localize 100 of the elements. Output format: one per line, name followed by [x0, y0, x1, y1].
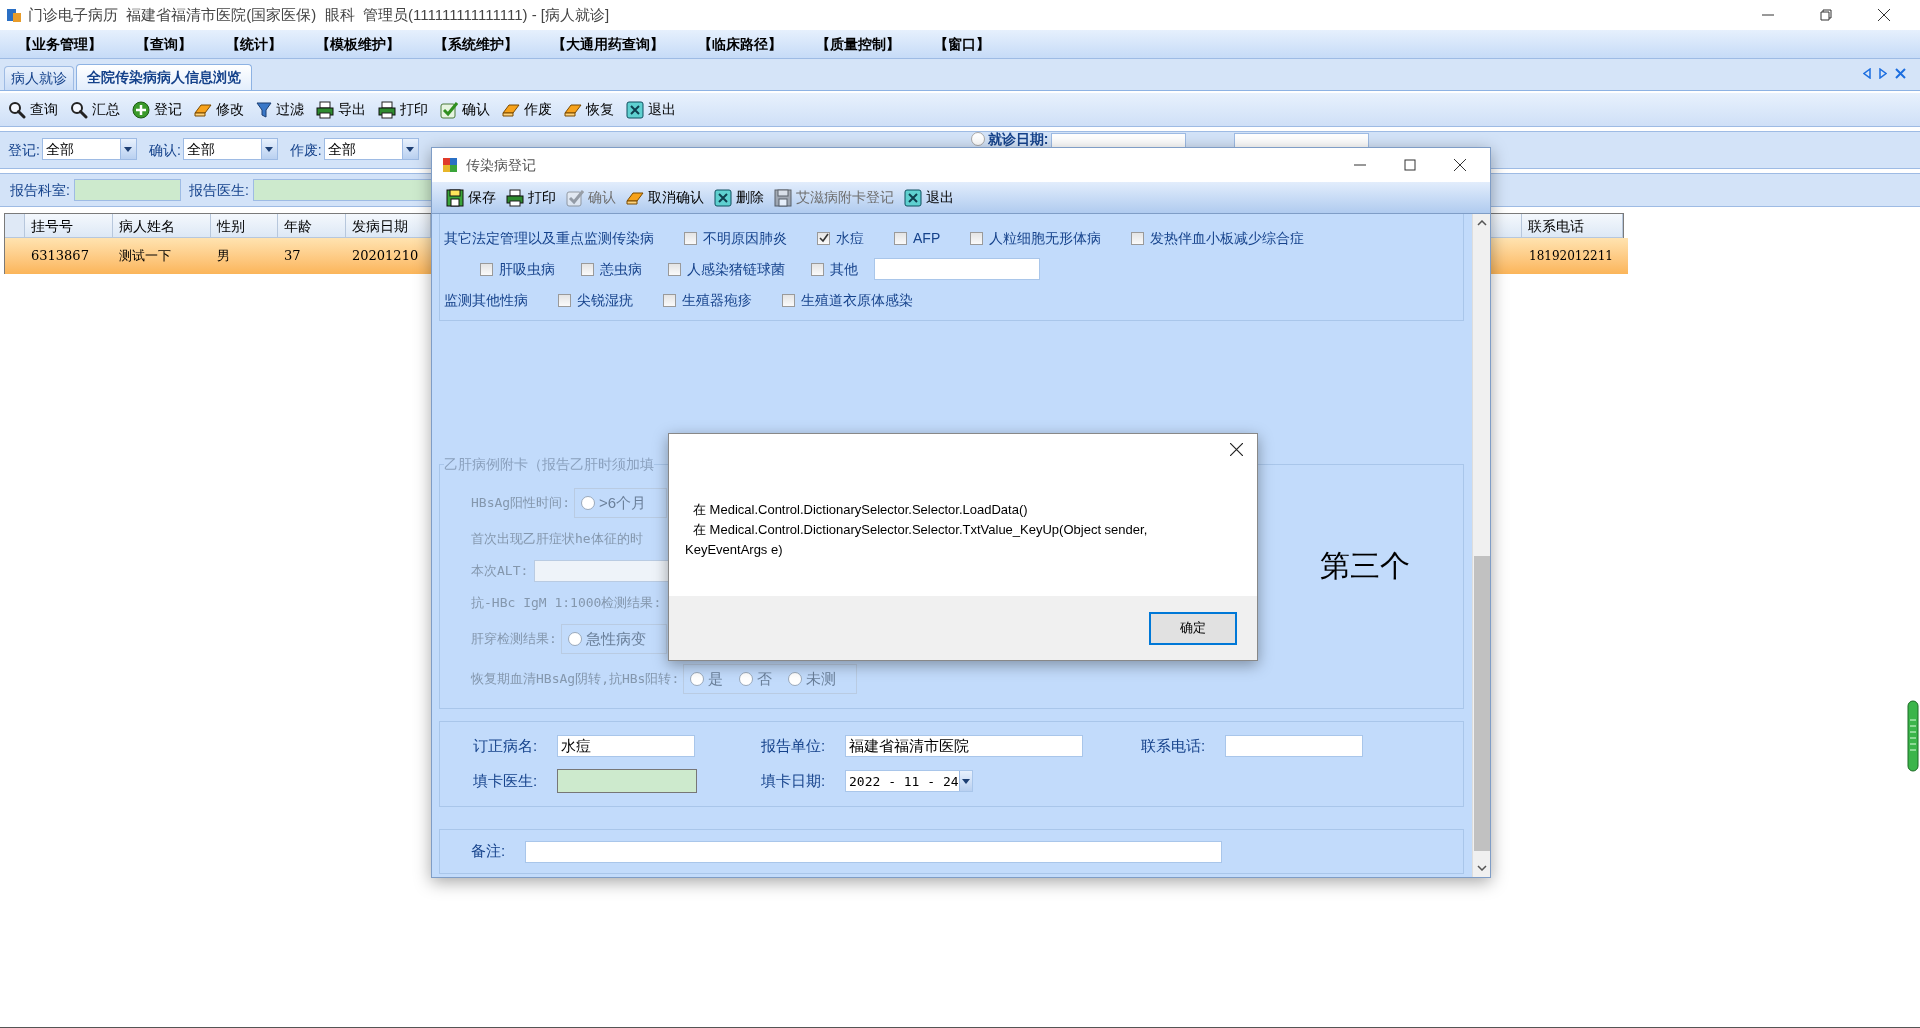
field-label: 订正病名:: [473, 735, 539, 756]
plus-circle-icon: [132, 100, 150, 119]
toolbar-button[interactable]: 登记: [132, 99, 182, 120]
table-cell-text: 测试一下: [118, 247, 172, 265]
scroll-right-icon[interactable]: [1879, 68, 1887, 79]
app-icon: [442, 157, 458, 173]
scroll-left-icon[interactable]: [1863, 68, 1871, 79]
checkbox[interactable]: 人粒细胞无形体病: [970, 227, 1102, 249]
field-label: 首次出现乙肝症状he体征的时: [471, 530, 643, 549]
dropdown[interactable]: 全部: [323, 138, 419, 160]
input-field[interactable]: [1225, 735, 1363, 757]
menu-item[interactable]: 【质量控制】: [816, 33, 900, 55]
close-icon[interactable]: [1454, 159, 1466, 171]
close-icon[interactable]: [1230, 443, 1243, 456]
checkbox[interactable]: 水痘: [817, 227, 864, 249]
toolbar-button[interactable]: 打印: [506, 187, 556, 208]
eraser-icon: [626, 189, 644, 206]
printer-icon: [506, 188, 524, 207]
menu-item[interactable]: 【统计】: [226, 33, 282, 55]
floppy-icon: [774, 188, 792, 207]
eraser-icon: [564, 101, 582, 118]
column-header[interactable]: 性别: [210, 214, 278, 237]
dropdown[interactable]: 全部: [182, 138, 278, 160]
checkbox[interactable]: 生殖器疱疹: [663, 289, 752, 311]
dropdown[interactable]: 全部: [41, 138, 137, 160]
scrollbar[interactable]: [1472, 214, 1490, 877]
overlay-text: 第三个: [1320, 548, 1410, 584]
tab[interactable]: 全院传染病病人信息浏览: [76, 64, 252, 90]
menu-item[interactable]: 【查询】: [136, 33, 192, 55]
toolbar-button[interactable]: 取消确认: [626, 187, 704, 208]
column-header[interactable]: 发病日期: [345, 214, 431, 237]
error-message: 在 Medical.Control.DictionarySelector.Selector.TxtValue_KeyUp(Object sender, KeyEventArgs e): [685, 521, 1149, 559]
checkmark-icon: [818, 233, 829, 243]
menu-item[interactable]: 【临床路径】: [698, 33, 782, 55]
table-cell-text: 6313867: [30, 247, 90, 265]
column-header[interactable]: 挂号号: [25, 214, 113, 237]
checkbox[interactable]: 肝吸虫病: [480, 258, 555, 280]
caret-icon: [265, 146, 274, 152]
tab[interactable]: 病人就诊: [4, 66, 74, 90]
search-icon: [70, 100, 88, 119]
toolbar-button[interactable]: 退出: [904, 187, 954, 208]
table-cell-text: 20201210: [351, 247, 420, 265]
app-icon: [6, 7, 22, 23]
menu-item[interactable]: 【窗口】: [934, 33, 990, 55]
checkbox[interactable]: 生殖道衣原体感染: [782, 289, 913, 311]
table-cell-text: 男: [216, 247, 231, 265]
input-field[interactable]: [557, 769, 697, 794]
ok-button[interactable]: 确定: [1149, 611, 1237, 645]
field-label: 联系电话:: [1141, 735, 1207, 756]
grip-icon[interactable]: [1907, 700, 1919, 772]
toolbar-button[interactable]: 查询: [8, 99, 58, 120]
column-header[interactable]: 年龄: [277, 214, 346, 237]
eraser-icon: [502, 101, 520, 118]
date-picker[interactable]: 2022 - 11 - 24: [845, 770, 973, 793]
checkbox[interactable]: 人感染猪链球菌: [668, 258, 785, 280]
checkbox[interactable]: 其他: [811, 258, 858, 280]
filter-label: 报告医生:: [188, 180, 249, 200]
toolbar-button[interactable]: 恢复: [564, 99, 614, 120]
group-label: 其它法定管理以及重点监测传染病: [444, 228, 654, 248]
column-header[interactable]: 病人姓名: [112, 214, 211, 237]
field-label: 肝穿检测结果:: [471, 630, 557, 649]
toolbar-button[interactable]: 确认: [440, 99, 490, 120]
checkbox[interactable]: 尖锐湿疣: [558, 289, 633, 311]
menu-item[interactable]: 【系统维护】: [434, 33, 518, 55]
column-header[interactable]: 联系电话: [1522, 214, 1623, 237]
close-square-icon: [714, 188, 732, 207]
input-field[interactable]: [525, 840, 1222, 863]
menu-item[interactable]: 【业务管理】: [18, 33, 102, 55]
caret-icon: [406, 146, 415, 152]
toolbar-button[interactable]: 导出: [316, 99, 366, 120]
restore-icon[interactable]: [1820, 9, 1832, 21]
input-field[interactable]: 福建省福清市医院: [845, 735, 1083, 757]
printer-icon: [316, 100, 334, 119]
scroll-down-icon[interactable]: [1476, 865, 1487, 871]
toolbar-button[interactable]: 删除: [714, 187, 764, 208]
scroll-up-icon[interactable]: [1476, 220, 1487, 226]
input-field[interactable]: [73, 179, 181, 201]
toolbar-button[interactable]: 修改: [194, 99, 244, 120]
checkbox[interactable]: 发热伴血小板减少综合症: [1131, 227, 1305, 249]
toolbar-button[interactable]: 过滤: [256, 99, 304, 120]
close-icon[interactable]: [1878, 9, 1890, 21]
toolbar-button[interactable]: 作废: [502, 99, 552, 120]
checkbox[interactable]: AFP: [894, 227, 941, 249]
toolbar-button[interactable]: 保存: [446, 187, 496, 208]
menu-item[interactable]: 【大通用药查询】: [552, 33, 664, 55]
input-field[interactable]: [874, 258, 1040, 280]
toolbar-button[interactable]: 打印: [378, 99, 428, 120]
checkbox[interactable]: 不明原因肺炎: [684, 227, 787, 249]
toolbar-button[interactable]: 退出: [626, 99, 676, 120]
scroll-thumb[interactable]: [1473, 556, 1490, 851]
radio-button[interactable]: [970, 132, 985, 146]
field-label: 报告单位:: [761, 735, 827, 756]
table-cell-text: 37: [283, 247, 302, 265]
checkbox[interactable]: 恙虫病: [581, 258, 642, 280]
maximize-icon[interactable]: [1404, 159, 1416, 171]
toolbar-button[interactable]: 汇总: [70, 99, 120, 120]
caret-icon: [961, 778, 970, 784]
checkmark-icon: [566, 188, 584, 207]
menu-item[interactable]: 【模板维护】: [316, 33, 400, 55]
input-field[interactable]: 水痘: [557, 735, 695, 757]
